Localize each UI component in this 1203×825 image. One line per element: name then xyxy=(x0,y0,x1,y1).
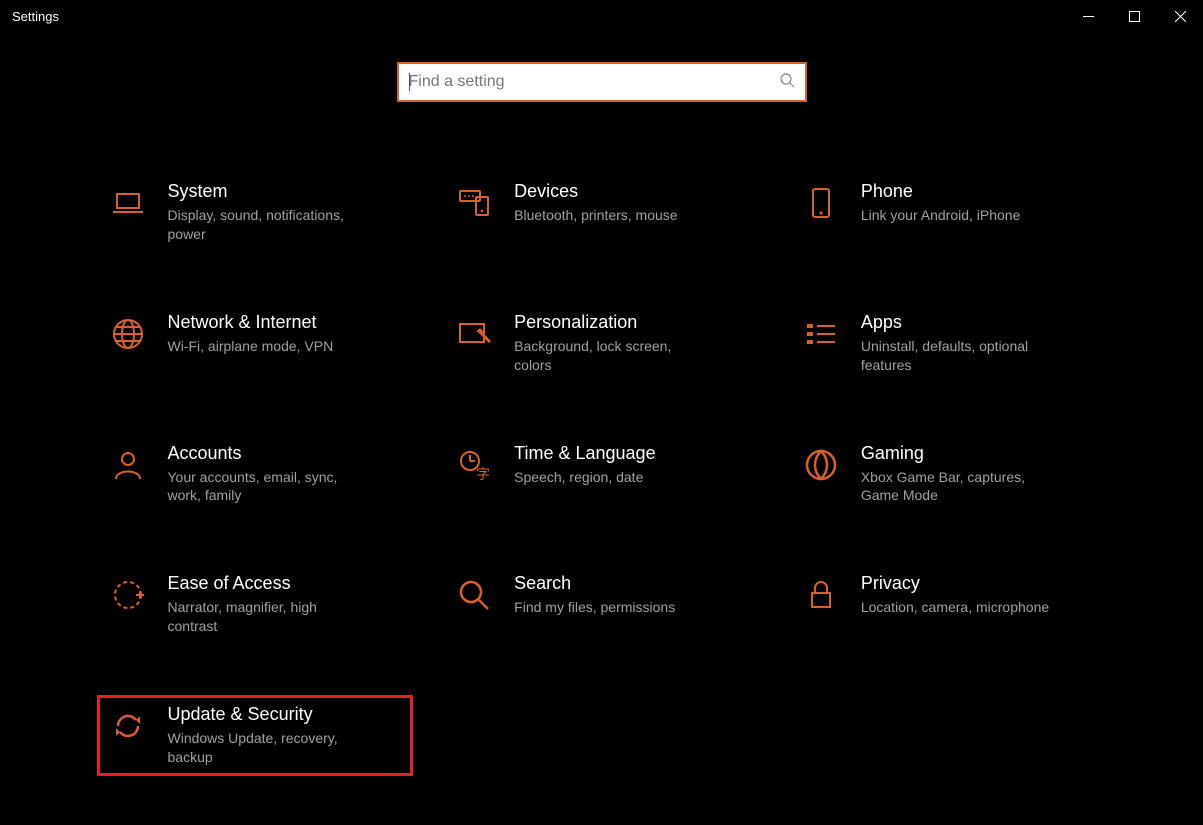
tile-title: Accounts xyxy=(168,443,405,464)
tile-description: Bluetooth, printers, mouse xyxy=(514,206,704,225)
tile-description: Link your Android, iPhone xyxy=(861,206,1051,225)
search-cat-icon xyxy=(452,573,496,617)
gaming-icon xyxy=(799,443,843,487)
tile-title: Search xyxy=(514,573,751,594)
search-box[interactable] xyxy=(397,62,807,102)
tile-text: Network & Internet Wi-Fi, airplane mode, … xyxy=(168,312,405,356)
settings-grid: System Display, sound, notifications, pow… xyxy=(97,172,1107,776)
tile-description: Wi-Fi, airplane mode, VPN xyxy=(168,337,358,356)
tile-text: Time & Language Speech, region, date xyxy=(514,443,751,487)
tile-title: Ease of Access xyxy=(168,573,405,594)
devices-icon xyxy=(452,181,496,225)
globe-icon xyxy=(106,312,150,356)
tile-text: Gaming Xbox Game Bar, captures, Game Mode xyxy=(861,443,1098,506)
tile-description: Windows Update, recovery, backup xyxy=(168,729,358,767)
window-title: Settings xyxy=(12,9,59,24)
person-icon xyxy=(106,443,150,487)
tile-title: Devices xyxy=(514,181,751,202)
tile-description: Uninstall, defaults, optional features xyxy=(861,337,1051,375)
tile-description: Background, lock screen, colors xyxy=(514,337,704,375)
tile-title: Network & Internet xyxy=(168,312,405,333)
tile-title: Update & Security xyxy=(168,704,405,725)
laptop-icon xyxy=(106,181,150,225)
settings-tile-time[interactable]: Time & Language Speech, region, date xyxy=(443,434,760,515)
tile-text: Update & Security Windows Update, recover… xyxy=(168,704,405,767)
tile-description: Display, sound, notifications, power xyxy=(168,206,358,244)
apps-icon xyxy=(799,312,843,356)
tile-description: Find my files, permissions xyxy=(514,598,704,617)
search-icon xyxy=(779,72,795,93)
tile-text: System Display, sound, notifications, pow… xyxy=(168,181,405,244)
settings-tile-apps[interactable]: Apps Uninstall, defaults, optional featur… xyxy=(790,303,1107,384)
search-container xyxy=(0,62,1203,102)
settings-tile-personalization[interactable]: Personalization Background, lock screen, … xyxy=(443,303,760,384)
maximize-button[interactable] xyxy=(1111,0,1157,32)
tile-title: Privacy xyxy=(861,573,1098,594)
settings-tile-network[interactable]: Network & Internet Wi-Fi, airplane mode, … xyxy=(97,303,414,384)
tile-text: Apps Uninstall, defaults, optional featur… xyxy=(861,312,1098,375)
ease-icon xyxy=(106,573,150,617)
tile-text: Privacy Location, camera, microphone xyxy=(861,573,1098,617)
settings-tile-system[interactable]: System Display, sound, notifications, pow… xyxy=(97,172,414,253)
search-input[interactable] xyxy=(409,73,779,91)
personalization-icon xyxy=(452,312,496,356)
window-controls xyxy=(1065,0,1203,32)
tile-text: Personalization Background, lock screen, … xyxy=(514,312,751,375)
tile-text: Accounts Your accounts, email, sync, work… xyxy=(168,443,405,506)
tile-description: Narrator, magnifier, high contrast xyxy=(168,598,358,636)
tile-description: Xbox Game Bar, captures, Game Mode xyxy=(861,468,1051,506)
tile-title: Time & Language xyxy=(514,443,751,464)
tile-description: Your accounts, email, sync, work, family xyxy=(168,468,358,506)
tile-description: Location, camera, microphone xyxy=(861,598,1051,617)
close-button[interactable] xyxy=(1157,0,1203,32)
settings-tile-phone[interactable]: Phone Link your Android, iPhone xyxy=(790,172,1107,253)
settings-tile-gaming[interactable]: Gaming Xbox Game Bar, captures, Game Mode xyxy=(790,434,1107,515)
tile-title: Apps xyxy=(861,312,1098,333)
minimize-button[interactable] xyxy=(1065,0,1111,32)
settings-tile-privacy[interactable]: Privacy Location, camera, microphone xyxy=(790,564,1107,645)
tile-text: Devices Bluetooth, printers, mouse xyxy=(514,181,751,225)
lock-icon xyxy=(799,573,843,617)
settings-tile-search[interactable]: Search Find my files, permissions xyxy=(443,564,760,645)
tile-title: Gaming xyxy=(861,443,1098,464)
settings-tile-update[interactable]: Update & Security Windows Update, recover… xyxy=(97,695,414,776)
tile-title: Phone xyxy=(861,181,1098,202)
settings-tile-ease[interactable]: Ease of Access Narrator, magnifier, high … xyxy=(97,564,414,645)
phone-icon xyxy=(799,181,843,225)
settings-tile-accounts[interactable]: Accounts Your accounts, email, sync, work… xyxy=(97,434,414,515)
tile-description: Speech, region, date xyxy=(514,468,704,487)
titlebar: Settings xyxy=(0,0,1203,32)
time-lang-icon xyxy=(452,443,496,487)
tile-text: Ease of Access Narrator, magnifier, high … xyxy=(168,573,405,636)
tile-title: System xyxy=(168,181,405,202)
update-icon xyxy=(106,704,150,748)
tile-text: Search Find my files, permissions xyxy=(514,573,751,617)
tile-text: Phone Link your Android, iPhone xyxy=(861,181,1098,225)
settings-tile-devices[interactable]: Devices Bluetooth, printers, mouse xyxy=(443,172,760,253)
tile-title: Personalization xyxy=(514,312,751,333)
